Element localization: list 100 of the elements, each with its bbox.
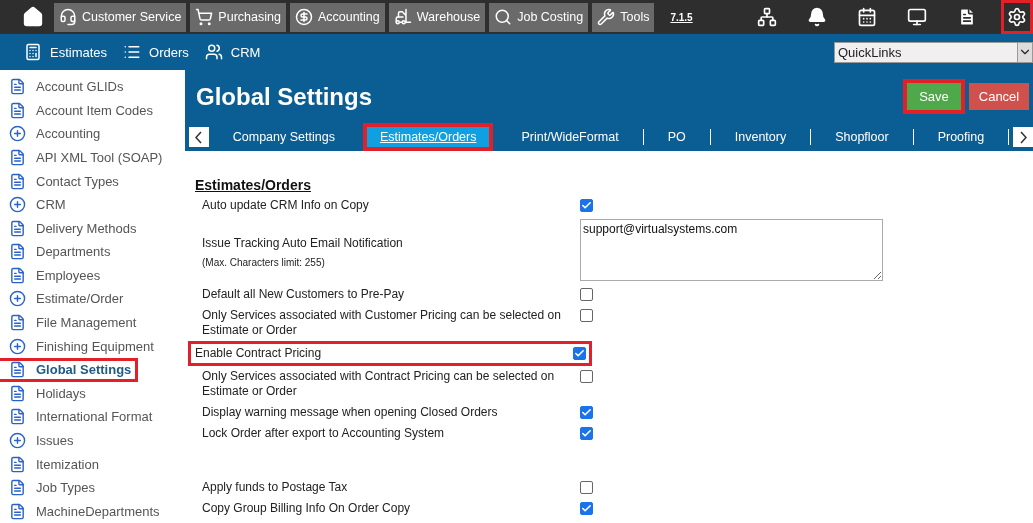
scroll-right-button[interactable]	[1013, 127, 1033, 147]
document-icon	[9, 314, 26, 332]
sidebar-item[interactable]: MachineDepartments	[0, 499, 167, 523]
bell-icon	[807, 7, 827, 27]
section-title: Estimates/Orders	[195, 177, 312, 193]
sidebar-item[interactable]: CRM	[0, 192, 73, 217]
users-icon	[204, 43, 223, 61]
sidebar-item[interactable]: Delivery Methods	[0, 216, 144, 241]
nav-link[interactable]: Orders	[123, 43, 189, 61]
nav-link[interactable]: CRM	[204, 43, 261, 61]
check-icon	[581, 428, 592, 439]
sidebar-item[interactable]: Estimate/Order	[0, 287, 131, 311]
document-icon	[9, 149, 26, 166]
document-icon	[9, 502, 26, 520]
checkbox[interactable]	[573, 347, 586, 360]
sidebar-item[interactable]: Employees	[0, 263, 108, 288]
search-icon	[494, 8, 513, 26]
module-button[interactable]: Accounting	[289, 2, 385, 32]
cart-icon	[195, 8, 214, 26]
tab[interactable]: Proofing	[913, 123, 1009, 151]
dollar-icon	[294, 8, 313, 26]
setting-label: Display warning message when opening Closed Orders	[202, 405, 499, 420]
sidebar-item[interactable]: API XML Tool (SOAP)	[0, 145, 170, 170]
check-icon	[581, 200, 592, 211]
sidebar-item[interactable]: Accounting	[0, 122, 108, 146]
list-icon	[123, 43, 142, 61]
checkbox[interactable]	[580, 481, 593, 494]
plus-icon	[9, 337, 26, 355]
monitor-icon	[907, 7, 927, 27]
document-icon	[9, 172, 26, 190]
setting-label: Apply funds to Postage Tax	[202, 480, 349, 495]
checkbox[interactable]	[580, 309, 593, 322]
sidebar-item[interactable]: Job Types	[0, 475, 103, 500]
module-button[interactable]: Customer Service	[54, 2, 187, 32]
checkbox[interactable]	[580, 199, 593, 212]
plus-icon	[9, 125, 26, 143]
sidebar-item[interactable]: Global Settings	[0, 357, 139, 382]
calculator-icon	[24, 43, 42, 61]
tab[interactable]: PO	[643, 123, 710, 151]
settings-icon	[1007, 7, 1027, 27]
checkbox[interactable]	[580, 502, 593, 515]
sidebar-item[interactable]: Contact Types	[0, 169, 126, 193]
nav-link[interactable]: Estimates	[24, 43, 108, 61]
version-link[interactable]: 7.1.5	[670, 11, 693, 23]
document-icon	[9, 384, 26, 402]
email-textarea[interactable]: support@virtualsystems.com	[580, 219, 883, 281]
network-icon	[757, 7, 777, 27]
sidebar-item[interactable]: Itemization	[0, 452, 106, 476]
setting-note: (Max. Characters limit: 255)	[202, 256, 326, 270]
toolbar-button[interactable]	[1001, 0, 1033, 34]
headset-icon	[59, 8, 77, 26]
setting-label: Issue Tracking Auto Email Notification	[202, 236, 404, 251]
module-button[interactable]: Job Costing	[489, 2, 589, 32]
setting-label: Only Services associated with Customer Pricing can be selected on Estimate or Order	[202, 308, 562, 338]
document-icon	[9, 455, 26, 473]
document-icon	[9, 219, 26, 237]
scroll-left-button[interactable]	[189, 127, 209, 147]
setting-label: Default all New Customers to Pre-Pay	[202, 287, 406, 302]
home-icon	[22, 6, 44, 28]
checkbox[interactable]	[580, 406, 593, 419]
check-icon	[581, 407, 592, 418]
checkbox[interactable]	[580, 370, 593, 383]
document-icon	[9, 361, 26, 379]
document-icon	[9, 408, 26, 426]
plus-icon	[9, 431, 26, 449]
sidebar-item[interactable]: Account GLIDs	[0, 75, 131, 99]
setting-label: Only Services associated with Contract Pricing can be selected on Estimate or Order	[202, 369, 556, 399]
module-button[interactable]: Warehouse	[388, 2, 486, 32]
calendar-icon	[857, 7, 877, 27]
document-icon	[9, 243, 26, 261]
tab[interactable]: Inventory	[710, 123, 811, 151]
setting-label: Enable Contract Pricing	[195, 346, 323, 361]
wrench-icon	[597, 8, 616, 26]
sidebar-item[interactable]: Departments	[0, 240, 118, 264]
forklift-icon	[393, 8, 412, 26]
sidebar-item[interactable]: International Format	[0, 405, 160, 429]
chevron-right-icon	[1019, 130, 1027, 144]
sidebar-item[interactable]: Issues	[0, 428, 81, 453]
setting-label: Copy Group Billing Info On Order Copy	[202, 501, 412, 516]
document-icon	[9, 78, 26, 96]
setting-label: Auto update CRM Info on Copy	[202, 198, 370, 213]
chevron-left-icon	[195, 130, 203, 144]
page-title: Global Settings	[196, 82, 372, 111]
checkbox[interactable]	[580, 288, 593, 301]
sidebar-item[interactable]: Finishing Equipment	[0, 334, 161, 358]
quicklinks-dropdown[interactable]: QuickLinks	[834, 41, 1033, 63]
tab[interactable]: Shopfloor	[811, 123, 913, 151]
module-button[interactable]: Tools	[592, 2, 655, 32]
document-icon	[9, 479, 26, 497]
document-icon	[9, 266, 26, 284]
sidebar-item[interactable]: File Management	[0, 310, 144, 335]
tab[interactable]: Company Settings	[208, 123, 359, 151]
check-icon	[574, 348, 585, 359]
sidebar-item[interactable]: Account Item Codes	[0, 98, 161, 123]
module-button[interactable]: Purchasing	[190, 2, 286, 32]
tab[interactable]: Print/WideFormat	[497, 123, 643, 151]
checkbox[interactable]	[580, 427, 593, 440]
plus-icon	[9, 290, 26, 308]
check-icon	[581, 503, 592, 514]
sidebar-item[interactable]: Holidays	[0, 381, 93, 406]
